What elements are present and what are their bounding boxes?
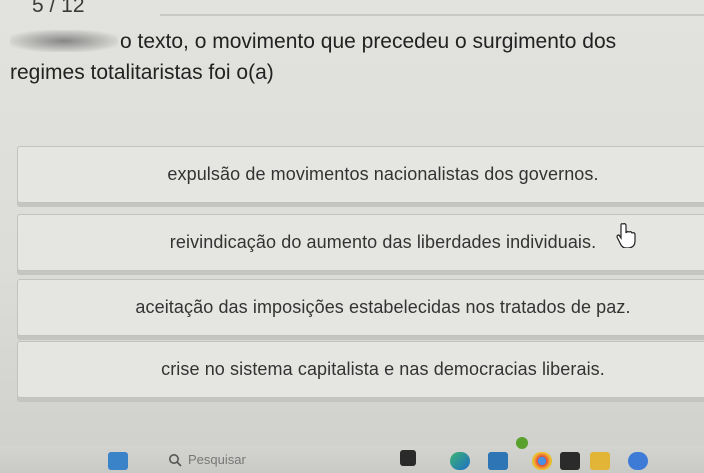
maps-icon[interactable] — [628, 452, 648, 470]
question-text: o texto, o movimento que precedeu o surg… — [10, 26, 690, 88]
answer-option-c[interactable]: aceitação das imposições estabelecidas n… — [17, 279, 704, 336]
answer-option-d-label: crise no sistema capitalista e nas democ… — [161, 359, 605, 379]
header-divider — [160, 14, 704, 16]
answer-option-b[interactable]: reivindicação do aumento das liberdades … — [17, 214, 704, 271]
question-counter: 5 / 12 — [32, 0, 85, 17]
store-icon[interactable] — [488, 452, 508, 470]
chrome-icon[interactable] — [532, 452, 552, 470]
windows-start-icon[interactable] — [108, 452, 128, 470]
badge-icon — [516, 437, 528, 449]
answer-option-a[interactable]: expulsão de movimentos nacionalistas dos… — [17, 146, 704, 203]
search-placeholder: Pesquisar — [188, 452, 246, 467]
edge-browser-icon[interactable] — [450, 452, 470, 470]
answer-option-c-label: aceitação das imposições estabelecidas n… — [135, 297, 631, 317]
folder-icon[interactable] — [590, 452, 610, 470]
obscured-text — [10, 30, 118, 52]
answer-option-a-label: expulsão de movimentos nacionalistas dos… — [167, 164, 599, 184]
search-icon — [169, 453, 182, 467]
answer-option-d[interactable]: crise no sistema capitalista e nas democ… — [17, 341, 704, 398]
file-explorer-icon[interactable] — [400, 450, 416, 466]
taskbar-search[interactable]: Pesquisar — [168, 452, 246, 467]
app-icon[interactable] — [560, 452, 580, 470]
answer-option-b-label: reivindicação do aumento das liberdades … — [169, 232, 597, 252]
hand-pointer-icon — [616, 223, 636, 248]
